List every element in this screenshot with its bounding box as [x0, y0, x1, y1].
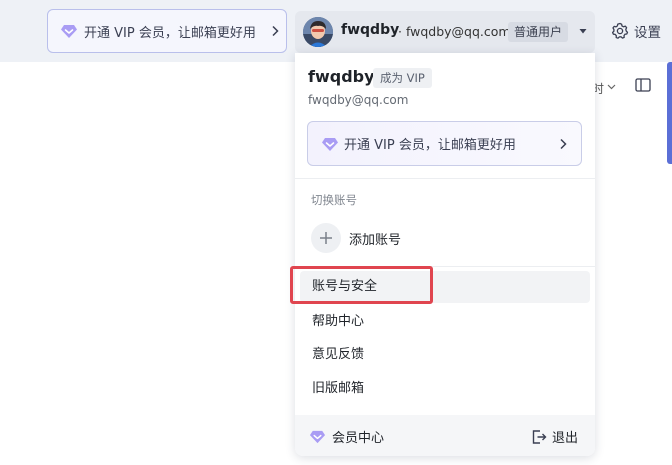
dropdown-footer: 会员中心 退出 [295, 415, 595, 456]
settings-label: 设置 [634, 25, 661, 41]
menu-item-help-center[interactable]: 帮助中心 [300, 306, 590, 338]
member-center-label: 会员中心 [332, 431, 385, 446]
dropdown-account-name: fwqdby [308, 67, 375, 86]
diamond-icon [322, 137, 338, 151]
caret-down-icon [579, 29, 587, 34]
switch-account-heading: 切换账号 [311, 193, 357, 207]
dropdown-vip-promo-button[interactable]: 开通 VIP 会员，让邮箱更好用 [307, 121, 582, 166]
plus-icon [311, 223, 341, 253]
chevron-right-icon [560, 138, 567, 150]
account-email: · fwqdby@qq.com [398, 24, 511, 39]
become-vip-badge[interactable]: 成为 VIP [373, 68, 432, 88]
annotation-highlight-box [290, 266, 433, 304]
logout-button[interactable]: 退出 [531, 427, 578, 446]
menu-item-legacy-mail[interactable]: 旧版邮箱 [300, 373, 590, 405]
menu-item-feedback[interactable]: 意见反馈 [300, 339, 590, 371]
diamond-icon [309, 430, 326, 444]
add-account-button[interactable]: 添加账号 [311, 223, 401, 253]
gear-icon [611, 22, 629, 39]
account-switcher[interactable]: fwqdby · fwqdby@qq.com 普通用户 [295, 11, 595, 53]
account-name: fwqdby [341, 22, 400, 38]
diamond-icon [61, 25, 77, 38]
divider [295, 178, 595, 179]
add-account-label: 添加账号 [349, 232, 402, 248]
settings-button[interactable]: 设置 [611, 21, 661, 41]
account-dropdown: fwqdby 成为 VIP fwqdby@qq.com 开通 VIP 会员，让邮… [295, 53, 595, 456]
vip-promo-button[interactable]: 开通 VIP 会员，让邮箱更好用 [47, 9, 287, 53]
side-panel-edge [667, 62, 672, 164]
dropdown-account-email: fwqdby@qq.com [308, 93, 409, 107]
dropdown-vip-promo-label: 开通 VIP 会员，让邮箱更好用 [344, 138, 516, 153]
logout-icon [532, 429, 547, 444]
chevron-down-icon [607, 84, 616, 90]
account-type-badge: 普通用户 [508, 22, 569, 42]
layout-icon[interactable] [635, 78, 651, 92]
vip-promo-label: 开通 VIP 会员，让邮箱更好用 [84, 25, 256, 41]
logout-label: 退出 [552, 431, 579, 446]
avatar [303, 17, 333, 47]
member-center-button[interactable]: 会员中心 [309, 427, 384, 446]
chevron-right-icon [272, 25, 279, 37]
